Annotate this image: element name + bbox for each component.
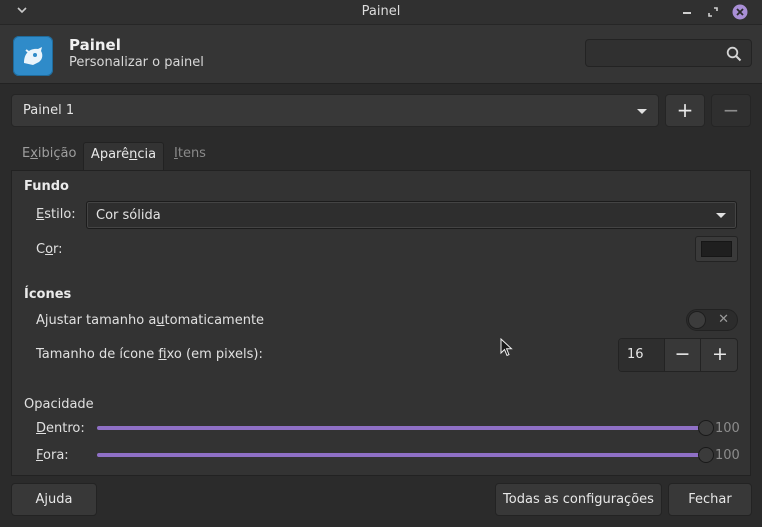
background-color-button[interactable] (695, 236, 738, 262)
decrement-button[interactable]: − (665, 339, 701, 371)
add-panel-button[interactable]: + (665, 94, 705, 127)
close-icon (732, 4, 748, 20)
inside-opacity-slider[interactable] (97, 420, 714, 438)
title-bar: Painel (0, 0, 762, 25)
outside-opacity-slider[interactable] (97, 447, 714, 465)
dropdown-arrow-icon (716, 213, 726, 218)
all-settings-button[interactable]: Todas as configurações (495, 483, 662, 516)
icon-size-input[interactable]: 16 (619, 339, 665, 371)
search-icon (726, 46, 742, 62)
maximize-icon (708, 7, 718, 17)
panel-dropdown-value: Painel 1 (23, 103, 75, 118)
remove-panel-button[interactable]: − (711, 94, 751, 127)
dropdown-arrow-icon (637, 109, 647, 114)
inside-opacity-label: Dentro: (36, 421, 85, 436)
tab-display[interactable]: Exibição (22, 142, 76, 170)
outside-opacity-label: Fora: (36, 448, 69, 463)
mouse-cursor-icon (500, 338, 513, 357)
window-title: Painel (361, 4, 401, 19)
minimize-button[interactable] (680, 5, 694, 19)
fixed-size-label: Tamanho de ícone fixo (em pixels): (36, 347, 263, 362)
dialog-subtitle: Personalizar o painel (69, 55, 204, 70)
tab-items[interactable]: Itens (174, 142, 206, 170)
slider-fill (97, 426, 702, 430)
auto-size-toggle[interactable]: ✕ (686, 309, 738, 331)
tab-appearance[interactable]: Aparência (83, 142, 164, 170)
panel-app-icon (13, 36, 53, 76)
panel-dropdown[interactable]: Painel 1 (11, 94, 659, 127)
style-dropdown-value: Cor sólida (96, 208, 161, 223)
slider-handle[interactable] (698, 420, 714, 436)
search-field[interactable] (585, 39, 752, 67)
slider-handle[interactable] (698, 447, 714, 463)
close-window-button[interactable] (732, 4, 748, 20)
dialog-header: Painel Personalizar o painel (0, 25, 762, 84)
section-icons-heading: Ícones (24, 287, 72, 302)
slider-fill (97, 453, 702, 457)
increment-button[interactable]: + (702, 339, 738, 371)
maximize-button[interactable] (706, 5, 720, 19)
inside-opacity-value: 100 (715, 421, 740, 436)
section-opacity-heading: Opacidade (24, 397, 94, 412)
minimize-icon (683, 12, 691, 14)
outside-opacity-value: 100 (715, 448, 740, 463)
color-swatch (701, 241, 732, 257)
section-background-heading: Fundo (24, 179, 69, 194)
icon-size-spinner: 16 − + (618, 338, 738, 372)
style-label: Estilo: (36, 207, 76, 222)
auto-size-label: Ajustar tamanho automaticamente (36, 313, 265, 328)
toggle-off-icon: ✕ (718, 312, 729, 327)
toggle-knob (688, 311, 706, 329)
close-button[interactable]: Fechar (668, 483, 752, 516)
color-label: Cor: (36, 242, 63, 257)
style-dropdown[interactable]: Cor sólida (86, 201, 737, 229)
dialog-title: Painel (69, 36, 121, 54)
help-button[interactable]: Ajuda (11, 483, 97, 516)
